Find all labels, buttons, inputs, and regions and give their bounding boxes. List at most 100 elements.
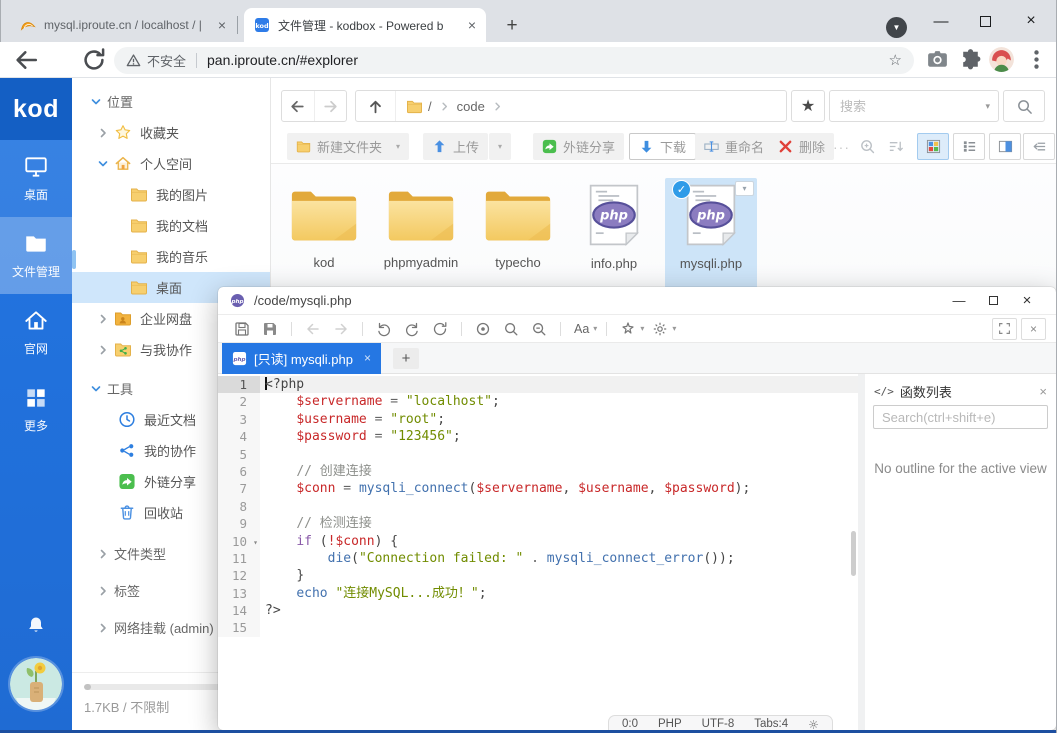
line-number[interactable]: 5	[218, 446, 260, 463]
breadcrumb-folder[interactable]: code	[457, 99, 485, 114]
tree-item-3[interactable]: 我的图片	[72, 179, 270, 210]
more-actions-icon[interactable]: ···	[833, 133, 850, 160]
search-button[interactable]	[1003, 90, 1045, 122]
tab-close-icon[interactable]: ×	[468, 18, 476, 32]
caret-down-icon[interactable]: ▾	[672, 324, 676, 333]
undo-icon[interactable]	[376, 321, 392, 337]
sidebar-item-file-manager[interactable]: 文件管理	[0, 217, 72, 294]
file-menu-caret[interactable]: ▾	[735, 181, 754, 196]
status-segment-1[interactable]: PHP	[658, 718, 682, 730]
download-indicator-icon[interactable]: ▼	[886, 17, 907, 38]
new-tab-button[interactable]: +	[498, 12, 526, 40]
chevron-right-icon[interactable]	[97, 313, 109, 325]
sort-icon[interactable]	[887, 138, 904, 155]
chevron-right-icon[interactable]	[97, 622, 109, 634]
bookmark-star-icon[interactable]: ☆	[889, 51, 902, 69]
delete-button[interactable]: 删除	[769, 133, 834, 160]
tree-item-4[interactable]: 我的文档	[72, 210, 270, 241]
chevron-right-icon[interactable]	[97, 585, 109, 597]
line-number[interactable]: 8	[218, 498, 260, 515]
redo-icon[interactable]	[404, 321, 420, 337]
line-number[interactable]: 3	[218, 411, 260, 428]
line-number[interactable]: 6	[218, 463, 260, 480]
user-avatar[interactable]	[10, 658, 62, 710]
browser-reload-button[interactable]	[80, 46, 108, 74]
file-item-phpmyadmin[interactable]: phpmyadmin	[375, 178, 467, 290]
status-segment-0[interactable]: 0:0	[622, 718, 638, 730]
line-number[interactable]: 7	[218, 480, 260, 497]
view-grid-button[interactable]	[917, 133, 949, 160]
caret-down-icon[interactable]: ▾	[640, 324, 644, 333]
editor-tab-mysqli[interactable]: php [只读] mysqli.php ×	[222, 343, 381, 374]
chevron-right-icon[interactable]	[97, 127, 109, 139]
editor-panel-close-button[interactable]: ×	[1021, 318, 1046, 340]
sidebar-item-website[interactable]: 官网	[0, 294, 72, 371]
sidebar-item-more[interactable]: 更多	[0, 371, 72, 448]
explorer-forward-button[interactable]	[314, 91, 346, 121]
font-size-icon[interactable]: Aa	[574, 321, 589, 337]
zoom-in-icon[interactable]	[859, 138, 876, 155]
file-item-mysqli.php[interactable]: phpmysqli.php✓▾	[665, 178, 757, 290]
editor-minimize-button[interactable]: —	[942, 289, 976, 313]
outline-close-icon[interactable]: ×	[1039, 384, 1047, 399]
history-back-icon[interactable]	[305, 321, 321, 337]
tree-item-5[interactable]: 我的音乐	[72, 241, 270, 272]
caret-down-icon[interactable]: ▾	[593, 324, 597, 333]
chevron-right-icon[interactable]	[97, 548, 109, 560]
favorite-button[interactable]: ★	[791, 90, 825, 122]
file-item-kod[interactable]: kod	[278, 178, 370, 290]
download-button[interactable]: 下载	[629, 133, 696, 160]
new-folder-button[interactable]: 新建文件夹	[287, 133, 391, 160]
view-column-button[interactable]	[989, 133, 1021, 160]
goto-line-icon[interactable]	[475, 321, 491, 337]
share-link-button[interactable]: 外链分享	[533, 133, 624, 160]
search-replace-icon[interactable]	[531, 321, 547, 337]
editor-fullscreen-button[interactable]	[992, 318, 1017, 340]
browser-tab-phpmyadmin[interactable]: mysql.iproute.cn / localhost / | ×	[10, 8, 236, 42]
refresh-icon[interactable]	[432, 321, 448, 337]
status-segment-2[interactable]: UTF-8	[702, 718, 735, 730]
line-number[interactable]: 12	[218, 567, 260, 584]
fold-caret-icon[interactable]: ▾	[253, 534, 258, 551]
tab-close-icon[interactable]: ×	[364, 351, 371, 365]
chevron-down-icon[interactable]	[97, 158, 109, 170]
window-maximize-button[interactable]	[962, 0, 1008, 42]
outline-search-input[interactable]	[873, 405, 1048, 429]
search-input[interactable]	[830, 99, 977, 114]
chevron-right-icon[interactable]	[97, 344, 109, 356]
theme-icon[interactable]	[620, 321, 636, 337]
chevron-down-icon[interactable]	[90, 96, 102, 108]
editor-close-button[interactable]: ×	[1010, 289, 1044, 313]
tab-close-icon[interactable]: ×	[218, 18, 226, 32]
browser-forward-button[interactable]	[46, 46, 74, 74]
code-scrollbar[interactable]	[851, 531, 856, 576]
editor-maximize-button[interactable]	[976, 289, 1010, 313]
extensions-puzzle-icon[interactable]	[958, 47, 983, 72]
line-number[interactable]: 9	[218, 515, 260, 532]
up-directory-button[interactable]	[356, 91, 396, 121]
browser-tab-kodbox[interactable]: kod 文件管理 - kodbox - Powered b ×	[244, 8, 486, 42]
window-close-button[interactable]: ×	[1008, 0, 1054, 42]
browser-back-button[interactable]	[12, 46, 40, 74]
panel-toggle-button[interactable]	[1023, 133, 1055, 160]
rename-button[interactable]: 重命名	[695, 133, 773, 160]
panel-resize-handle[interactable]	[858, 374, 865, 730]
line-number[interactable]: 13	[218, 585, 260, 602]
file-item-info.php[interactable]: phpinfo.php	[568, 178, 660, 290]
browser-profile-avatar[interactable]	[989, 47, 1014, 72]
not-secure-warning-icon[interactable]	[126, 53, 141, 68]
view-list-button[interactable]	[953, 133, 985, 160]
line-number[interactable]: 11	[218, 550, 260, 567]
new-editor-tab-button[interactable]: +	[393, 348, 419, 369]
upload-button[interactable]: 上传	[423, 133, 488, 160]
notification-bell-icon[interactable]	[26, 615, 46, 635]
tree-item-0[interactable]: 位置	[72, 86, 270, 117]
tree-item-1[interactable]: 收藏夹	[72, 117, 270, 148]
search-icon[interactable]	[503, 321, 519, 337]
line-number[interactable]: 1	[218, 376, 260, 393]
file-item-typecho[interactable]: typecho	[472, 178, 564, 290]
save-icon[interactable]	[234, 321, 250, 337]
window-minimize-button[interactable]: —	[918, 0, 964, 42]
editor-title-bar[interactable]: php /code/mysqli.php — ×	[218, 287, 1056, 315]
settings-gear-icon[interactable]	[652, 321, 668, 337]
